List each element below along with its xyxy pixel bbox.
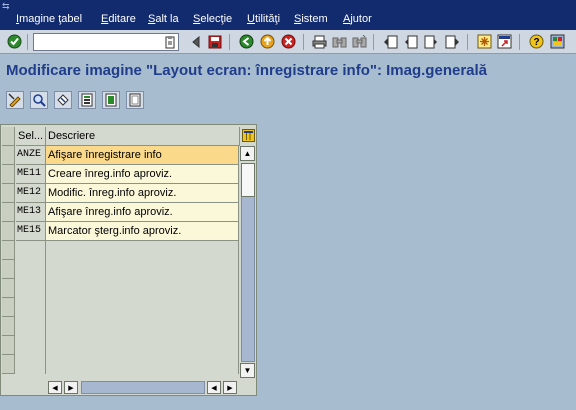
table-cell-key: ME15 <box>16 222 46 241</box>
back-triangle-icon[interactable] <box>187 33 204 50</box>
row-selector[interactable] <box>2 298 15 317</box>
toolbar-separator <box>303 34 304 50</box>
row-selector[interactable] <box>2 165 15 184</box>
row-selector[interactable] <box>2 203 15 222</box>
scroll-right-icon[interactable]: ▶ <box>223 381 237 394</box>
empty-row <box>16 260 239 279</box>
row-selector[interactable] <box>2 260 15 279</box>
menu-sistem[interactable]: Sistem <box>294 13 328 26</box>
previous-page-icon[interactable] <box>402 33 419 50</box>
empty-row <box>16 298 239 317</box>
save-icon[interactable] <box>206 33 223 50</box>
table-cell-key: ANZE <box>16 146 46 165</box>
standard-toolbar: ? <box>0 30 576 54</box>
toolbar-separator <box>229 34 230 50</box>
menu-editare[interactable]: Editare <box>101 13 136 26</box>
scrollbar-thumb[interactable] <box>241 163 255 197</box>
command-field-clip-icon[interactable] <box>164 35 176 49</box>
row-selector[interactable] <box>2 146 15 165</box>
deselect-icon[interactable] <box>126 91 144 109</box>
layout-icon[interactable] <box>549 33 566 50</box>
horizontal-scrollbar-track[interactable] <box>81 381 205 394</box>
select-block-icon[interactable] <box>78 91 96 109</box>
toolbar-separator <box>27 34 28 50</box>
select-all-icon[interactable] <box>102 91 120 109</box>
table-cell-key: ME13 <box>16 203 46 222</box>
scroll-left-icon[interactable]: ◀ <box>207 381 221 394</box>
back-icon[interactable] <box>238 33 255 50</box>
scroll-down-icon[interactable]: ▼ <box>240 363 255 378</box>
exit-icon[interactable] <box>259 33 276 50</box>
application-toolbar <box>0 88 576 112</box>
enter-check-icon[interactable] <box>6 33 23 50</box>
menu-ajutor[interactable]: Ajutor <box>343 13 372 26</box>
details-icon[interactable] <box>30 91 48 109</box>
table-cell-key: ME11 <box>16 165 46 184</box>
row-selector[interactable] <box>2 279 15 298</box>
row-selector[interactable] <box>2 241 15 260</box>
menu-imagine-tabel[interactable]: Imagine ţabel <box>16 13 82 26</box>
refresh-icon[interactable] <box>54 91 72 109</box>
scroll-up-icon[interactable]: ▲ <box>240 146 255 161</box>
find-icon[interactable] <box>331 33 348 50</box>
row-selector[interactable] <box>2 336 15 355</box>
table-control: Sel... Descriere ANZE Afişare înregistra… <box>0 124 257 396</box>
row-selector[interactable] <box>2 184 15 203</box>
new-session-icon[interactable] <box>476 33 493 50</box>
row-selector[interactable] <box>2 317 15 336</box>
table-cell-description[interactable]: Marcator şterg.info aproviz. <box>46 222 239 241</box>
table-cell-description[interactable]: Modific. înreg.info aproviz. <box>46 184 239 203</box>
table-cell-key: ME12 <box>16 184 46 203</box>
command-field[interactable] <box>33 33 179 51</box>
find-next-icon[interactable] <box>351 33 368 50</box>
empty-row <box>16 279 239 298</box>
page-title: Modificare imagine "Layout ecran: înregi… <box>6 62 488 79</box>
system-menu-icon[interactable]: ⇆ <box>2 2 14 11</box>
toolbar-separator <box>519 34 520 50</box>
help-icon[interactable]: ? <box>528 33 545 50</box>
scroll-right-icon[interactable]: ▶ <box>64 381 78 394</box>
svg-text:?: ? <box>533 37 539 48</box>
shortcut-icon[interactable] <box>496 33 513 50</box>
scroll-left-icon[interactable]: ◀ <box>48 381 62 394</box>
empty-row <box>16 317 239 336</box>
column-header-descriere[interactable]: Descriere <box>46 127 240 146</box>
column-header-sel[interactable]: Sel... <box>16 127 46 146</box>
change-display-icon[interactable] <box>6 91 24 109</box>
first-page-icon[interactable] <box>382 33 399 50</box>
print-icon[interactable] <box>311 33 328 50</box>
menu-utilitati[interactable]: Utilităţi <box>247 13 280 26</box>
menu-bar: ⇆ Imagine ţabel Editare Salt la Selecţie… <box>0 0 576 30</box>
table-cell-description[interactable]: Afişare înreg.info aproviz. <box>46 203 239 222</box>
table-cell-description[interactable]: Creare înreg.info aproviz. <box>46 165 239 184</box>
vertical-scrollbar[interactable]: ▲ ▼ <box>240 146 256 380</box>
last-page-icon[interactable] <box>444 33 461 50</box>
cancel-icon[interactable] <box>280 33 297 50</box>
row-selector[interactable] <box>2 355 15 374</box>
next-page-icon[interactable] <box>423 33 440 50</box>
empty-row <box>16 241 239 260</box>
menu-salt-la[interactable]: Salt la <box>148 13 179 26</box>
row-selector[interactable] <box>2 222 15 241</box>
toolbar-separator <box>467 34 468 50</box>
menu-selectie[interactable]: Selecţie <box>193 13 232 26</box>
empty-row <box>16 336 239 355</box>
table-cell-description[interactable]: Afişare înregistrare info <box>46 146 239 165</box>
select-all-rows-button[interactable] <box>2 127 15 146</box>
table-settings-icon[interactable] <box>241 127 256 144</box>
empty-row <box>16 355 239 374</box>
toolbar-separator <box>373 34 374 50</box>
